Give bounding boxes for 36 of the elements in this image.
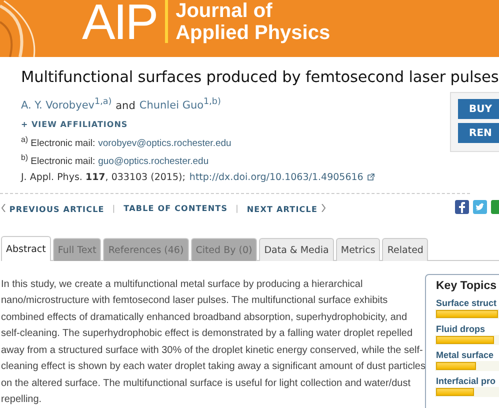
email-link[interactable]: vorobyev@optics.rochester.edu (98, 138, 232, 149)
email-label: $^{a)}$ Electronic mail: (21, 134, 96, 149)
topic-link[interactable]: Fluid drops (436, 324, 499, 334)
abstract-text: In this study, we create a multifunctional metal surface by producing a hierarchical nano/microstructure with femtosecond laser pulses. The multifunctional surface exhibits combined effects of dramatically enhanced broadband absorption, superhydrophobicity, and self-cleaning. The superhydrophobic effect is demonstrated by a falling water droplet repelled away from a structured surface with 30% of the droplet kinetic energy conserved, while the self-cleaning effect is shown by each water droplet taking away a significant amount of dust particles on the altered surface. The multifunctional surface is useful for light collection and water/dust repelling. (1, 278, 426, 408)
purchase-button[interactable]: REN (458, 123, 499, 143)
article-tab[interactable]: Data & Media (259, 238, 334, 261)
article-tab[interactable]: Abstract (1, 236, 51, 261)
next-article-link[interactable]: NEXT ARTICLE (246, 204, 326, 214)
chevron-left-icon (1, 204, 6, 212)
author-link[interactable]: Chunlei Guo$^{1,b)}$ (139, 97, 221, 112)
doi-link[interactable]: http://dx.doi.org/10.1063/1.4905616 (189, 172, 364, 183)
journal-name: Journal of (176, 0, 274, 22)
topic-link[interactable]: Metal surface (436, 350, 499, 360)
nav-separator: | (236, 204, 239, 214)
nav-separator: | (112, 204, 116, 214)
key-topics-title: Key Topics (436, 280, 498, 292)
journal-logo: AIP (82, 0, 157, 46)
author-link[interactable]: A. Y. Vorobyev$^{1,a)}$ (21, 97, 112, 112)
email-label: $^{b)}$ Electronic mail: (21, 152, 96, 167)
topic-link[interactable]: Surface struct (436, 298, 499, 308)
author-joiner: and (116, 100, 136, 112)
facebook-icon[interactable] (455, 200, 469, 214)
chevron-right-icon (320, 204, 326, 212)
swirl-drawing (0, 0, 36, 57)
journal-name: Applied Physics (176, 22, 330, 44)
purchase-button[interactable]: BUY (458, 99, 499, 119)
email-link[interactable]: guo@optics.rochester.edu (98, 156, 209, 167)
table-of-contents-link[interactable]: TABLE OF CONTENTS (124, 204, 228, 214)
citation-text: J. Appl. Phys. 117, 033103 (2015); (21, 172, 186, 183)
external-link-icon (367, 173, 376, 182)
view-affiliations-link[interactable]: + VIEW AFFILIATIONS (21, 120, 128, 128)
article-tab[interactable]: Related (382, 238, 428, 261)
previous-article-link[interactable]: PREVIOUS ARTICLE (1, 204, 104, 214)
article-title: Multifunctional surfaces produced by femtosecond laser pulses (21, 67, 499, 88)
article-tab[interactable]: Metrics (336, 238, 380, 261)
topic-link[interactable]: Interfacial pro (436, 376, 499, 386)
